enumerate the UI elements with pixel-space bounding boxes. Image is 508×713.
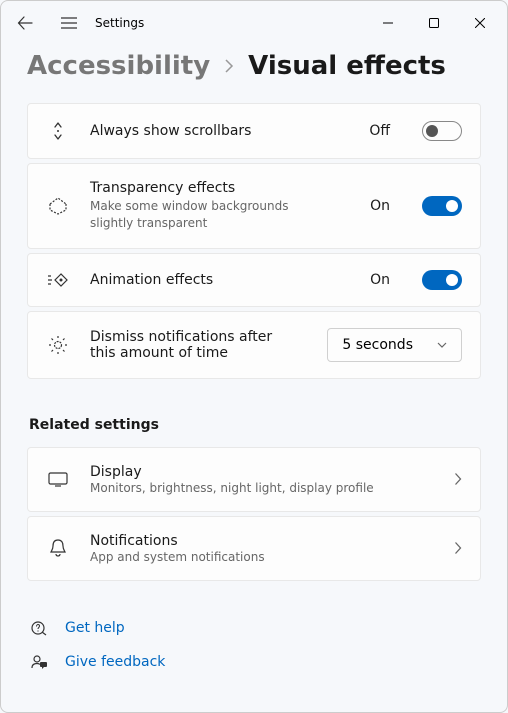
- back-button[interactable]: [5, 3, 45, 43]
- display-icon: [46, 471, 70, 487]
- display-desc: Monitors, brightness, night light, displ…: [90, 481, 434, 495]
- minimize-icon: [383, 18, 393, 28]
- content-area: Accessibility Visual effects Always show…: [1, 45, 507, 671]
- breadcrumb: Accessibility Visual effects: [27, 51, 481, 81]
- display-title: Display: [90, 464, 434, 480]
- notifications-desc: App and system notifications: [90, 550, 434, 564]
- transparency-desc: Make some window backgrounds slightly tr…: [90, 198, 300, 232]
- animation-setting: Animation effects On: [27, 253, 481, 307]
- chevron-right-icon: [454, 472, 462, 486]
- close-button[interactable]: [457, 7, 503, 39]
- transparency-toggle[interactable]: [422, 196, 462, 216]
- scrollbars-title: Always show scrollbars: [90, 123, 349, 139]
- display-link[interactable]: Display Monitors, brightness, night ligh…: [27, 447, 481, 512]
- chevron-right-icon: [454, 541, 462, 555]
- dismiss-title: Dismiss notifications after this amount …: [90, 329, 290, 361]
- brightness-icon: [46, 334, 70, 356]
- animation-state: On: [370, 272, 390, 288]
- notifications-title: Notifications: [90, 533, 434, 549]
- transparency-setting: Transparency effects Make some window ba…: [27, 163, 481, 249]
- scrollbars-toggle[interactable]: [422, 121, 462, 141]
- menu-button[interactable]: [49, 3, 89, 43]
- breadcrumb-parent[interactable]: Accessibility: [27, 51, 210, 81]
- minimize-button[interactable]: [365, 7, 411, 39]
- feedback-icon: [29, 653, 49, 671]
- scrollbars-state: Off: [369, 123, 390, 139]
- transparency-icon: [46, 196, 70, 216]
- get-help-link[interactable]: Get help: [29, 619, 481, 637]
- maximize-icon: [429, 18, 439, 28]
- bell-icon: [46, 538, 70, 558]
- transparency-title: Transparency effects: [90, 180, 350, 196]
- help-icon: [29, 619, 49, 637]
- related-heading: Related settings: [29, 417, 481, 433]
- dismiss-setting: Dismiss notifications after this amount …: [27, 311, 481, 379]
- animation-title: Animation effects: [90, 272, 350, 288]
- close-icon: [475, 18, 485, 28]
- animation-icon: [46, 272, 70, 288]
- feedback-link[interactable]: Give feedback: [29, 653, 481, 671]
- breadcrumb-current: Visual effects: [248, 51, 446, 81]
- feedback-text: Give feedback: [65, 654, 165, 670]
- window-title: Settings: [95, 16, 144, 30]
- back-arrow-icon: [17, 15, 33, 31]
- transparency-state: On: [370, 198, 390, 214]
- scrollbars-setting: Always show scrollbars Off: [27, 103, 481, 159]
- get-help-text: Get help: [65, 620, 125, 636]
- animation-toggle[interactable]: [422, 270, 462, 290]
- notifications-link[interactable]: Notifications App and system notificatio…: [27, 516, 481, 581]
- chevron-down-icon: [437, 342, 447, 348]
- maximize-button[interactable]: [411, 7, 457, 39]
- dismiss-dropdown[interactable]: 5 seconds: [327, 328, 462, 362]
- chevron-right-icon: [224, 58, 234, 74]
- dismiss-value: 5 seconds: [342, 337, 413, 353]
- titlebar: Settings: [1, 1, 507, 45]
- hamburger-icon: [61, 17, 77, 29]
- scrollbars-icon: [46, 120, 70, 142]
